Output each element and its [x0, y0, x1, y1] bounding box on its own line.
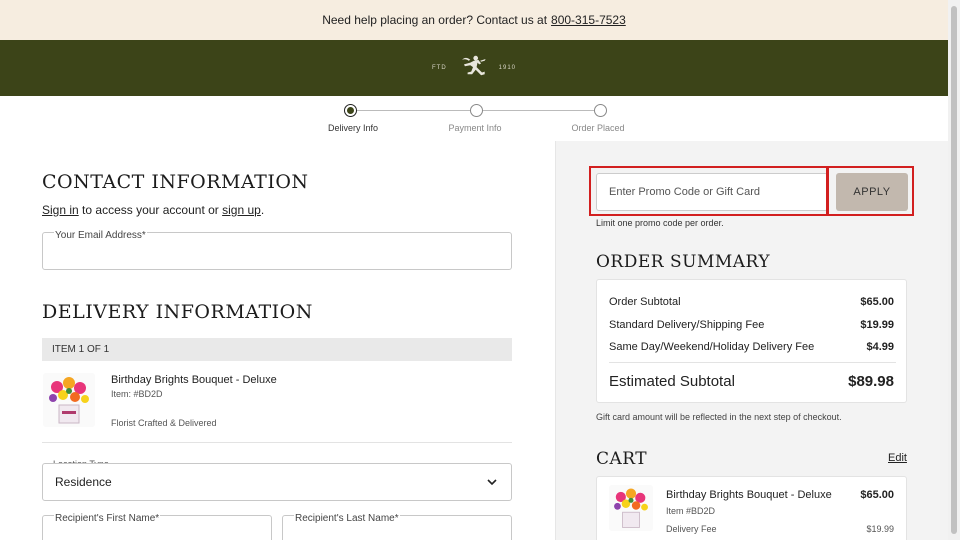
- gift-card-note: Gift card amount will be reflected in th…: [596, 412, 842, 422]
- page-scrollbar[interactable]: [948, 0, 960, 540]
- cart-title: CART: [596, 449, 648, 469]
- step-dot-payment: [470, 104, 483, 117]
- cart-item-price: $65.00: [860, 489, 894, 501]
- first-name-label: Recipient's First Name*: [54, 513, 161, 524]
- summary-row-value: $65.00: [860, 296, 894, 308]
- stepper-line: [357, 110, 470, 111]
- stepper-line: [482, 110, 594, 111]
- highlight-promo-box: [589, 166, 829, 216]
- promo-hint: Limit one promo code per order.: [596, 218, 724, 228]
- cart-fee-value: $19.99: [866, 524, 894, 534]
- brand-header: FTD 1910: [0, 40, 948, 96]
- product-item-no: Item: #BD2D: [111, 389, 163, 399]
- summary-row-label: Standard Delivery/Shipping Fee: [609, 319, 765, 331]
- step-dot-delivery: [344, 104, 357, 117]
- cart-item-image: [609, 485, 653, 531]
- summary-row-value: $4.99: [866, 341, 894, 353]
- summary-row: Order Subtotal $65.00: [609, 296, 894, 308]
- cart-edit-link[interactable]: Edit: [888, 452, 907, 464]
- product-fulfillment: Florist Crafted & Delivered: [111, 418, 217, 428]
- brand-left-text: FTD: [431, 65, 447, 71]
- help-text: Need help placing an order? Contact us a…: [322, 13, 548, 27]
- divider: [42, 442, 512, 443]
- recipient-last-name-field[interactable]: Recipient's Last Name*: [282, 513, 512, 540]
- summary-row-label: Same Day/Weekend/Holiday Delivery Fee: [609, 341, 815, 353]
- help-bar: Need help placing an order? Contact us a…: [0, 0, 948, 40]
- step-label-delivery: Delivery Info: [327, 123, 379, 133]
- signin-prompt: Sign in to access your account or sign u…: [42, 203, 264, 217]
- divider: [609, 362, 896, 363]
- location-type-value: Residence: [55, 475, 112, 489]
- estimated-subtotal-row: Estimated Subtotal $89.98: [609, 373, 894, 390]
- step-dot-placed: [594, 104, 607, 117]
- product-image: [43, 373, 95, 427]
- step-label-payment: Payment Info: [448, 123, 502, 133]
- location-type-select[interactable]: Residence: [42, 463, 512, 501]
- email-field[interactable]: Your Email Address*: [42, 230, 512, 270]
- summary-row: Standard Delivery/Shipping Fee $19.99: [609, 319, 894, 331]
- product-name: Birthday Brights Bouquet - Deluxe: [111, 374, 277, 386]
- signin-middle-text: to access your account or: [82, 203, 219, 217]
- cart-fee-label: Delivery Fee: [666, 524, 717, 534]
- item-counter-bar: ITEM 1 OF 1: [42, 338, 512, 361]
- mercury-man-icon[interactable]: [455, 50, 491, 86]
- cart-item-name: Birthday Brights Bouquet - Deluxe: [666, 489, 832, 501]
- step-label-placed: Order Placed: [571, 123, 625, 133]
- last-name-label: Recipient's Last Name*: [294, 513, 400, 524]
- scrollbar-thumb[interactable]: [951, 6, 957, 534]
- order-summary-title: ORDER SUMMARY: [596, 252, 771, 272]
- summary-row-label: Order Subtotal: [609, 296, 681, 308]
- recipient-first-name-field[interactable]: Recipient's First Name*: [42, 513, 272, 540]
- brand-right-text: 1910: [498, 65, 517, 71]
- signup-link[interactable]: sign up: [222, 203, 261, 217]
- estimated-subtotal-value: $89.98: [848, 373, 894, 390]
- summary-row: Same Day/Weekend/Holiday Delivery Fee $4…: [609, 341, 894, 353]
- summary-row-value: $19.99: [860, 319, 894, 331]
- cart-item-no: Item #BD2D: [666, 506, 716, 516]
- order-sidebar: Enter Promo Code or Gift Card APPLY Limi…: [555, 141, 948, 540]
- estimated-subtotal-label: Estimated Subtotal: [609, 373, 735, 390]
- signin-end-text: .: [260, 203, 265, 217]
- delivery-title: DELIVERY INFORMATION: [42, 301, 313, 323]
- item-counter: ITEM 1 OF 1: [52, 344, 110, 355]
- contact-title: CONTACT INFORMATION: [42, 171, 309, 193]
- cart-item-card: Birthday Brights Bouquet - Deluxe $65.00…: [596, 476, 907, 540]
- chevron-down-icon: [487, 479, 497, 486]
- order-summary-card: Order Subtotal $65.00 Standard Delivery/…: [596, 279, 907, 403]
- email-field-label: Your Email Address*: [54, 230, 147, 241]
- highlight-apply-box: [826, 166, 914, 216]
- signin-link[interactable]: Sign in: [42, 203, 79, 217]
- checkout-form: CONTACT INFORMATION Sign in to access yo…: [0, 141, 555, 540]
- help-phone-link[interactable]: 800-315-7523: [551, 13, 626, 27]
- checkout-stepper: Delivery Info Payment Info Order Placed: [0, 96, 948, 141]
